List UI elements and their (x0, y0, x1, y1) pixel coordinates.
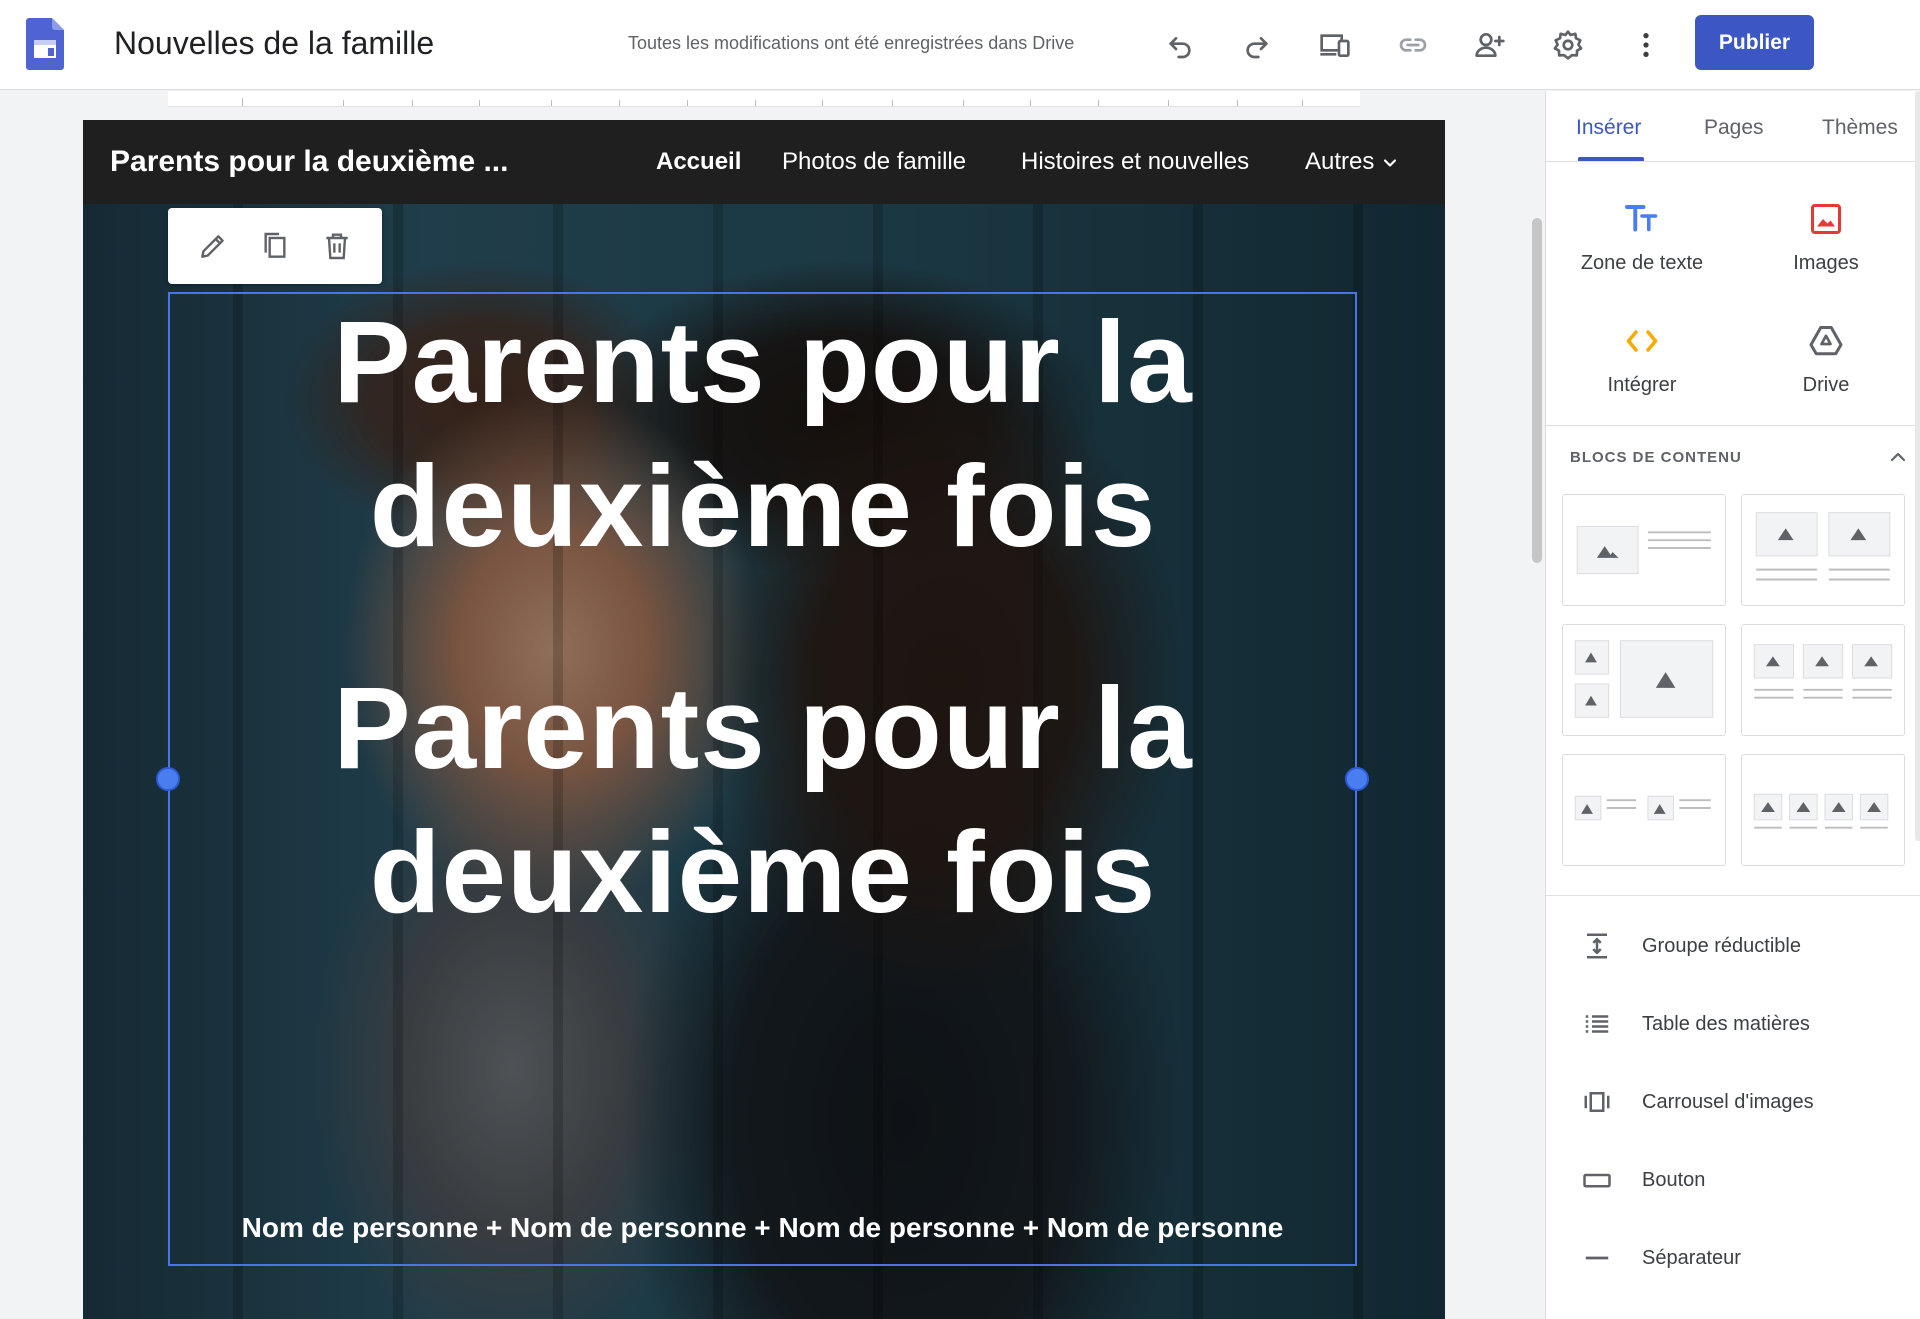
site-navigation: Parents pour la deuxième ... Accueil Pho… (83, 120, 1445, 204)
layout-image-grid-icon (1574, 640, 1714, 718)
content-block-two-images[interactable] (1741, 494, 1905, 606)
insert-divider[interactable]: Séparateur (1582, 1238, 1902, 1278)
tab-themes[interactable]: Thèmes (1822, 113, 1898, 143)
image-carousel-icon (1584, 1092, 1610, 1112)
duplicate-icon[interactable] (253, 224, 297, 268)
collapsible-group-icon (1587, 933, 1607, 959)
content-block-image-text-pairs[interactable] (1562, 754, 1726, 866)
section-toolbar (168, 208, 382, 284)
document-title[interactable]: Nouvelles de la famille (114, 22, 434, 64)
divider-icon (1585, 1256, 1609, 1260)
link-icon[interactable] (1390, 22, 1436, 68)
insert-collapsible-group[interactable]: Groupe réductible (1582, 926, 1902, 966)
drive-icon (1809, 326, 1843, 356)
publish-button[interactable]: Publier (1695, 15, 1814, 70)
content-block-three-images[interactable] (1741, 624, 1905, 736)
delete-icon[interactable] (315, 224, 359, 268)
text-box-icon (1625, 205, 1658, 232)
tab-inserer[interactable]: Insérer (1576, 113, 1641, 143)
layout-three-images-icon (1753, 644, 1893, 699)
insert-table-of-contents[interactable]: Table des matières (1582, 1004, 1902, 1044)
nav-item-histoires[interactable]: Histoires et nouvelles (1021, 146, 1249, 178)
site-preview: Parents pour la deuxième ... Accueil Pho… (83, 120, 1445, 1319)
resize-handle-right[interactable] (1345, 767, 1369, 791)
insert-button[interactable]: Bouton (1582, 1160, 1902, 1200)
table-of-contents-icon (1585, 1015, 1609, 1033)
insert-embed[interactable]: Intégrer (1550, 318, 1734, 398)
canvas-scrollbar[interactable] (1532, 218, 1542, 563)
chevron-down-icon (1384, 159, 1397, 167)
layout-image-text-pairs-icon (1574, 795, 1711, 821)
insert-drive[interactable]: Drive (1734, 318, 1918, 398)
content-block-image-grid[interactable] (1562, 624, 1726, 736)
save-status: Toutes les modifications ont été enregis… (628, 33, 1075, 53)
layout-image-text-icon (1576, 525, 1711, 575)
sites-logo-icon[interactable] (26, 18, 64, 70)
redo-icon[interactable] (1234, 22, 1280, 68)
chevron-up-icon[interactable] (1886, 445, 1910, 469)
layout-four-images-icon (1753, 793, 1889, 829)
edit-icon[interactable] (191, 224, 235, 268)
panel-scrollbar[interactable] (1915, 91, 1920, 841)
layout-two-images-icon (1755, 512, 1891, 581)
nav-item-autres[interactable]: Autres (1305, 146, 1400, 178)
insert-panel: Insérer Pages Thèmes Zone de texte Image… (1545, 91, 1920, 1319)
nav-item-accueil[interactable]: Accueil (656, 146, 741, 178)
insert-images[interactable]: Images (1734, 196, 1918, 276)
more-vert-icon[interactable] (1623, 22, 1669, 68)
share-user-icon[interactable] (1467, 22, 1513, 68)
insert-image-carousel[interactable]: Carrousel d'images (1582, 1082, 1902, 1122)
editor-canvas: Parents pour la deuxième ... Accueil Pho… (0, 108, 1545, 1319)
button-icon (1583, 1173, 1611, 1188)
insert-text-box[interactable]: Zone de texte (1550, 196, 1734, 276)
resize-handle-left[interactable] (156, 767, 180, 791)
selection-box (168, 292, 1357, 1266)
image-icon (1811, 204, 1841, 234)
content-blocks-title: BLOCS DE CONTENU (1570, 449, 1742, 466)
nav-item-photos[interactable]: Photos de famille (782, 146, 966, 178)
preview-devices-icon[interactable] (1312, 22, 1358, 68)
ruler (168, 91, 1360, 107)
settings-icon[interactable] (1545, 22, 1591, 68)
site-title[interactable]: Parents pour la deuxième ... (110, 144, 508, 180)
embed-icon (1626, 330, 1658, 352)
tab-pages[interactable]: Pages (1704, 113, 1764, 143)
content-block-four-images[interactable] (1741, 754, 1905, 866)
undo-icon[interactable] (1157, 22, 1203, 68)
top-bar: Nouvelles de la famille Toutes les modif… (0, 0, 1920, 90)
content-block-image-text[interactable] (1562, 494, 1726, 606)
